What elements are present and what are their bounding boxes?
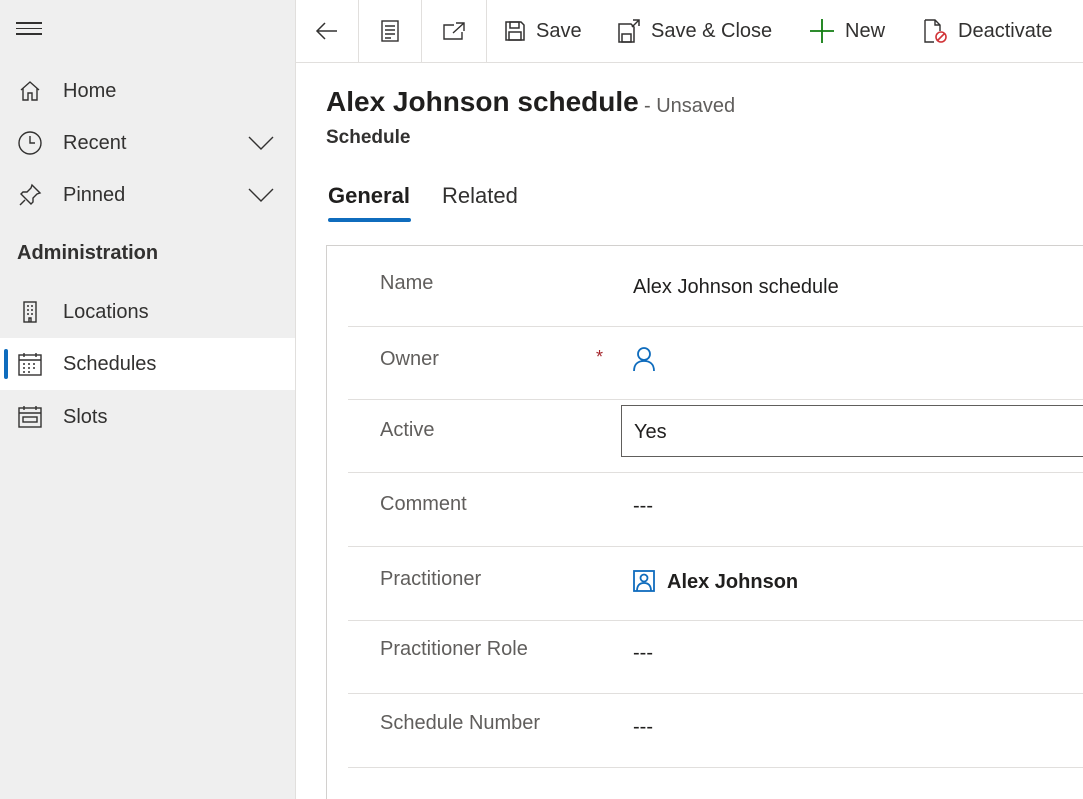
nav-item-label: Home: [63, 79, 117, 102]
tab-general[interactable]: General: [328, 183, 410, 209]
nav-item-label: Locations: [63, 300, 149, 323]
back-arrow-icon: [315, 22, 337, 40]
new-label: New: [845, 19, 886, 42]
deactivate-icon: [924, 19, 947, 43]
open-in-new-window-icon: [443, 22, 465, 40]
section-title-administration: Administration: [17, 242, 159, 264]
comment-value[interactable]: ---: [633, 495, 653, 518]
name-value[interactable]: Alex Johnson schedule: [633, 276, 839, 299]
practitioner-label: Practitioner: [380, 568, 482, 590]
practitioner-role-value[interactable]: ---: [633, 642, 653, 665]
field-row-schedule-number: Schedule Number ---: [348, 694, 1083, 768]
nav-item-recent[interactable]: Recent: [0, 117, 295, 169]
comment-label: Comment: [380, 493, 467, 515]
field-row-practitioner: Practitioner Alex Johnson: [348, 547, 1083, 621]
nav-item-slots[interactable]: Slots: [0, 391, 295, 443]
nav-item-label: Recent: [63, 131, 127, 154]
active-value: Yes: [634, 421, 667, 443]
form-icon: [381, 20, 399, 42]
new-button[interactable]: New: [809, 0, 885, 62]
nav-item-schedules[interactable]: Schedules: [0, 338, 295, 390]
sidebar: Home Recent Pinned Administration Locati…: [0, 0, 296, 799]
slots-icon: [17, 404, 43, 430]
tab-related[interactable]: Related: [442, 183, 518, 209]
home-icon: [17, 78, 43, 104]
contact-card-icon: [633, 570, 655, 592]
user-icon[interactable]: [632, 346, 656, 372]
entity-name: Schedule: [326, 127, 411, 148]
plus-icon: [810, 19, 834, 43]
nav-item-pinned[interactable]: Pinned: [0, 169, 295, 221]
save-and-close-button[interactable]: Save & Close: [617, 0, 772, 62]
nav-item-label: Pinned: [63, 183, 126, 206]
open-in-new-window-button[interactable]: [422, 0, 486, 62]
field-row-name: Name Alex Johnson schedule: [348, 255, 1083, 327]
pin-icon: [17, 182, 43, 208]
save-button[interactable]: Save: [504, 0, 582, 62]
record-title: Alex Johnson schedule: [326, 86, 639, 117]
schedule-number-value[interactable]: ---: [633, 716, 653, 739]
name-label: Name: [380, 272, 434, 294]
hamburger-menu-icon[interactable]: [16, 22, 42, 42]
save-and-close-icon: [618, 19, 640, 43]
active-tab-indicator: [328, 218, 411, 222]
practitioner-link[interactable]: Alex Johnson: [667, 571, 798, 594]
save-label: Save: [536, 19, 582, 42]
owner-label: Owner: [380, 348, 439, 370]
field-row-practitioner-role: Practitioner Role ---: [348, 621, 1083, 694]
required-indicator: *: [596, 347, 604, 367]
nav-item-label: Schedules: [63, 352, 157, 375]
save-icon: [505, 21, 525, 41]
nav-item-home[interactable]: Home: [0, 65, 295, 117]
schedule-number-label: Schedule Number: [380, 712, 541, 734]
chevron-down-icon[interactable]: [248, 130, 274, 156]
active-select[interactable]: Yes: [621, 405, 1083, 457]
nav-item-locations[interactable]: Locations: [0, 286, 295, 338]
command-bar: Save Save & Close New Deactivate: [296, 0, 1083, 63]
field-row-comment: Comment ---: [348, 473, 1083, 547]
deactivate-button[interactable]: Deactivate: [922, 0, 1053, 62]
save-and-close-label: Save & Close: [651, 19, 773, 42]
field-row-active: Active Yes: [348, 400, 1083, 473]
building-icon: [17, 299, 43, 325]
nav-item-label: Slots: [63, 405, 108, 428]
form-selector-button[interactable]: [359, 0, 421, 62]
practitioner-role-label: Practitioner Role: [380, 638, 528, 660]
clock-icon: [17, 130, 43, 156]
chevron-down-icon[interactable]: [248, 182, 274, 208]
calendar-icon: [17, 351, 43, 377]
field-row-owner: Owner *: [348, 327, 1083, 400]
back-button[interactable]: [296, 0, 358, 62]
unsaved-status: - Unsaved: [644, 95, 736, 117]
active-label: Active: [380, 419, 435, 441]
deactivate-label: Deactivate: [958, 19, 1053, 42]
